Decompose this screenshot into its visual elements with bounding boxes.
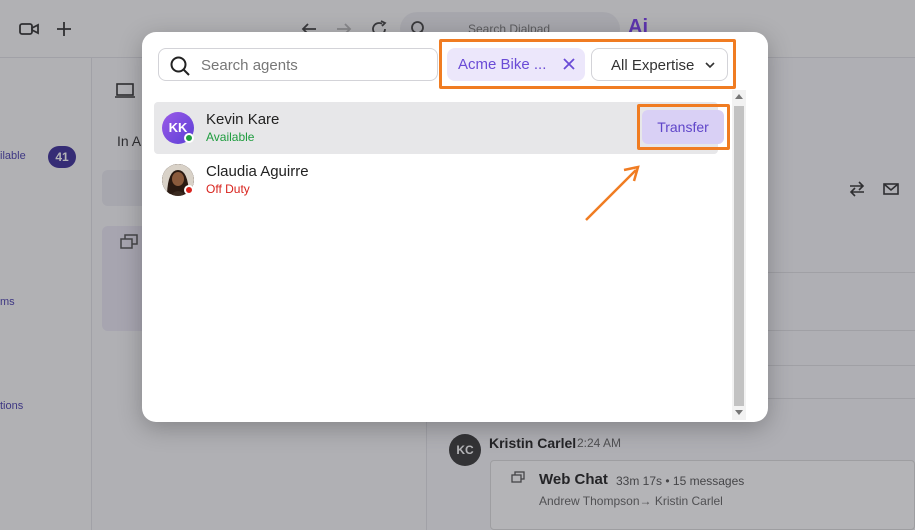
search-icon bbox=[170, 56, 190, 76]
agent-name: Kevin Kare bbox=[206, 111, 280, 128]
agent-status: Off Duty bbox=[206, 182, 250, 196]
agent-status: Available bbox=[206, 130, 255, 144]
agent-list-scrollbar[interactable] bbox=[732, 90, 746, 420]
scroll-thumb[interactable] bbox=[734, 106, 744, 406]
agent-list: KK Kevin Kare Available Transfer Claudia… bbox=[154, 102, 734, 422]
expertise-selected: All Expertise bbox=[611, 57, 695, 74]
scroll-down-arrow[interactable] bbox=[735, 410, 743, 415]
agent-row-kevin-kare[interactable]: KK Kevin Kare Available Transfer bbox=[154, 102, 730, 154]
expertise-dropdown[interactable]: All Expertise bbox=[591, 48, 728, 81]
scroll-up-arrow[interactable] bbox=[735, 94, 743, 99]
team-filter-chip[interactable]: Acme Bike ... bbox=[447, 48, 585, 81]
agent-name: Claudia Aguirre bbox=[206, 163, 309, 180]
close-icon[interactable] bbox=[561, 56, 577, 72]
chevron-down-icon bbox=[705, 62, 715, 69]
agent-search-input[interactable] bbox=[201, 54, 426, 76]
status-available-indicator bbox=[184, 133, 194, 143]
team-filter-label: Acme Bike ... bbox=[458, 56, 547, 73]
transfer-button[interactable]: Transfer bbox=[642, 110, 724, 144]
agent-search-field[interactable] bbox=[158, 48, 438, 81]
transfer-agent-modal: Acme Bike ... All Expertise KK Kevin Kar… bbox=[142, 32, 768, 422]
annotation-arrow bbox=[585, 165, 640, 221]
status-off-duty-indicator bbox=[184, 185, 194, 195]
